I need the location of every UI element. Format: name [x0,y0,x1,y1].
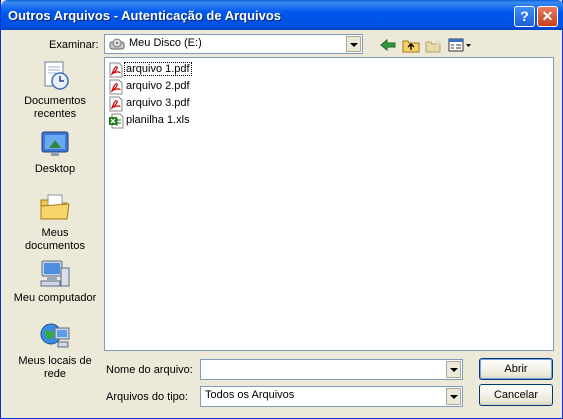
filetype-value: Todos os Arquivos [205,389,295,401]
place-desktop[interactable]: Desktop [7,128,103,178]
views-menu-icon[interactable] [448,37,472,53]
lookin-value: Meu Disco (E:) [129,37,202,49]
filename-input[interactable] [200,359,463,380]
network-places-icon [40,323,70,348]
window-title: Outros Arquivos - Autenticação de Arquiv… [8,8,282,23]
cancel-button[interactable]: Cancelar [479,384,553,406]
file-list[interactable]: arquivo 1.pdf arquivo 2.pdf arquivo 3.pd… [104,57,554,351]
place-my-documents[interactable]: Meus documentos [7,191,103,253]
back-icon[interactable] [379,37,397,53]
desktop-icon [41,131,69,156]
title-bar[interactable]: Outros Arquivos - Autenticação de Arquiv… [1,0,563,30]
filename-label: Nome do arquivo: [106,364,193,376]
lookin-dropdown-arrow[interactable] [346,36,361,52]
drive-icon [109,38,125,50]
filetype-dropdown[interactable]: Todos os Arquivos [200,386,463,407]
xls-file-icon [109,113,124,129]
my-documents-icon [40,194,70,220]
place-label: Documentos recentes [24,95,86,120]
lookin-label: Examinar: [49,39,99,51]
new-folder-icon[interactable] [425,37,443,53]
place-recent-documents[interactable]: Documentos recentes [7,59,103,123]
recent-documents-icon [44,61,69,90]
up-folder-icon[interactable] [402,37,420,53]
place-label: Meu computador [13,292,97,304]
file-name: arquivo 2.pdf [126,80,190,92]
places-bar: Documentos recentes Desktop Meus documen… [7,55,103,385]
place-network[interactable]: Meus locais de rede [7,320,103,382]
lookin-dropdown[interactable]: Meu Disco (E:) [104,34,363,54]
dialog-window: Outros Arquivos - Autenticação de Arquiv… [0,0,563,419]
pdf-file-icon [109,79,123,95]
file-name: arquivo 3.pdf [126,97,190,109]
my-computer-icon [40,260,70,287]
pdf-file-icon [109,96,123,112]
help-button[interactable]: ? [514,6,535,27]
place-label: Meus documentos [25,227,85,252]
file-name: arquivo 1.pdf [124,62,192,76]
place-label: Meus locais de rede [18,355,92,380]
filename-dropdown-arrow[interactable] [446,361,461,378]
pdf-file-icon [109,62,123,78]
filetype-dropdown-arrow[interactable] [446,388,461,405]
place-label: Desktop [34,163,76,175]
place-my-computer[interactable]: Meu computador [7,258,103,310]
filetype-label: Arquivos do tipo: [106,391,188,403]
open-button[interactable]: Abrir [479,358,553,380]
close-button[interactable]: ✕ [537,6,558,27]
file-name: planilha 1.xls [126,114,190,126]
